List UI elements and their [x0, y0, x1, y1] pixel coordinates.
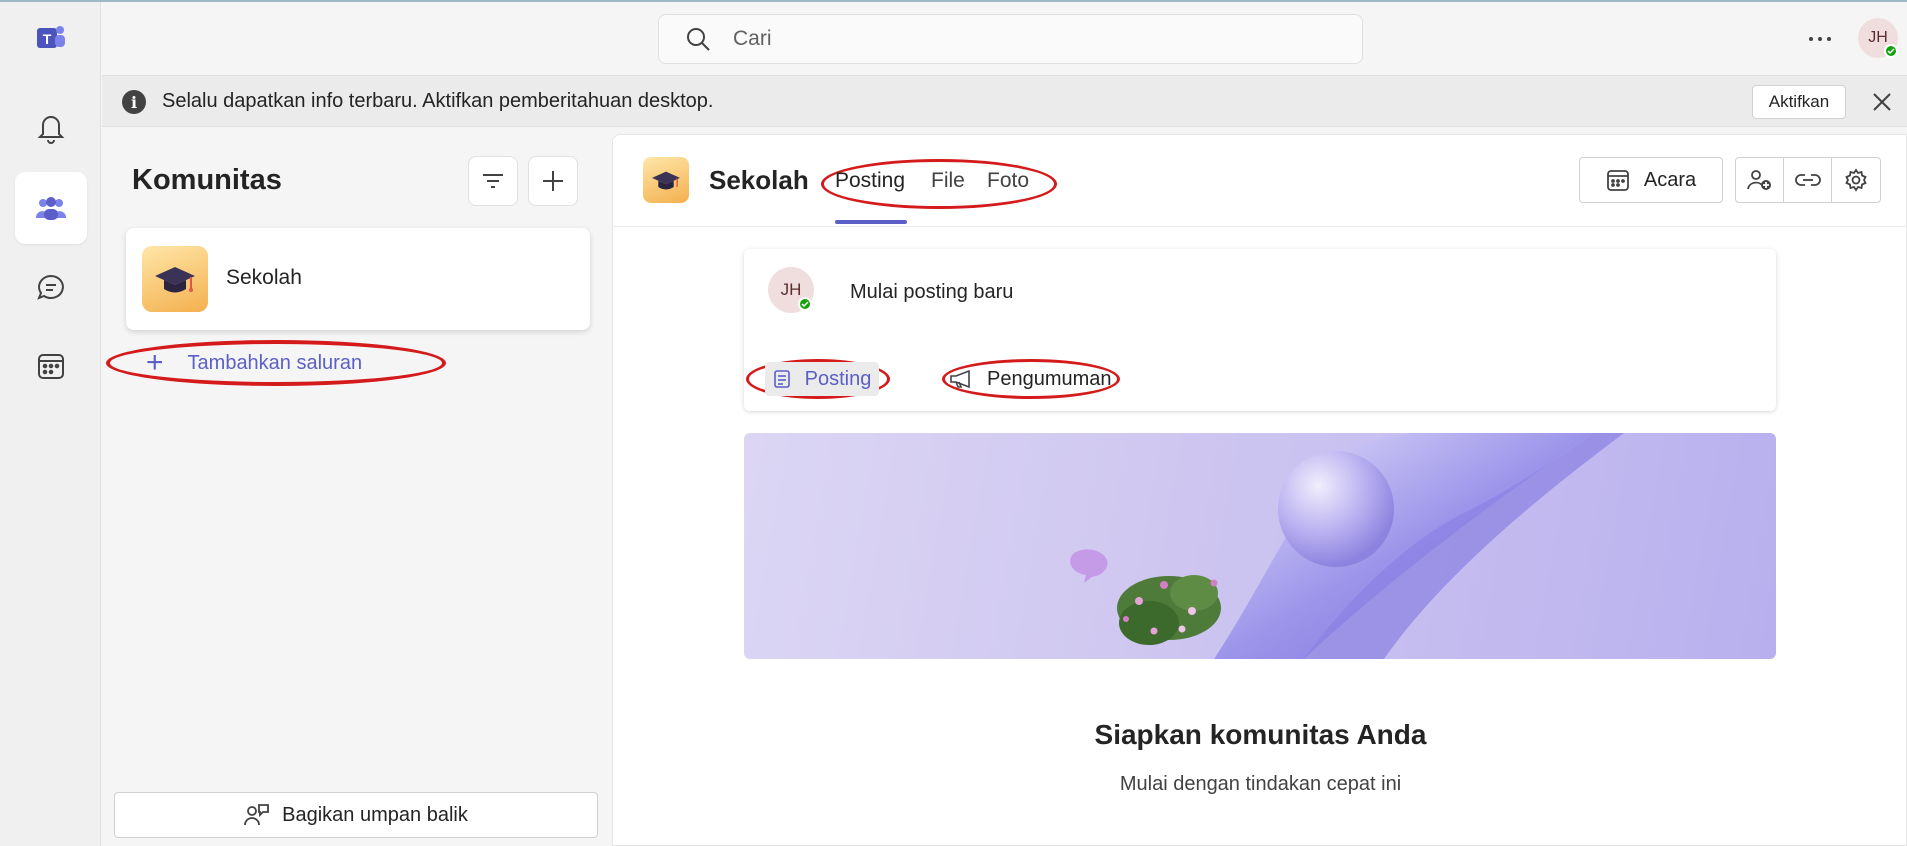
- top-bar: Cari JH: [102, 2, 1907, 74]
- tab-posting[interactable]: Posting: [835, 169, 905, 193]
- search-placeholder: Cari: [733, 27, 772, 50]
- more-options-icon[interactable]: [1800, 24, 1840, 54]
- avatar-initials: JH: [780, 280, 802, 299]
- channel-actions: [1735, 157, 1881, 203]
- channel-title: Sekolah: [709, 165, 809, 195]
- search-box[interactable]: Cari: [658, 14, 1363, 64]
- tab-file[interactable]: File: [931, 169, 965, 193]
- document-icon: [773, 370, 790, 388]
- flowers-decoration: [1117, 575, 1221, 645]
- filter-icon: [483, 174, 503, 188]
- notification-message: Selalu dapatkan info terbaru. Aktifkan p…: [162, 90, 714, 112]
- presence-available-icon: [798, 297, 812, 311]
- user-avatar[interactable]: JH: [1858, 18, 1898, 58]
- communities-icon[interactable]: [15, 172, 87, 244]
- app-rail: T: [0, 2, 101, 846]
- add-community-button[interactable]: [528, 156, 578, 206]
- share-feedback-button[interactable]: Bagikan umpan balik: [114, 792, 598, 838]
- community-item-sekolah[interactable]: Sekolah: [126, 228, 590, 330]
- channel-main: Sekolah Posting File Foto Acara JH Mulai…: [612, 134, 1907, 846]
- avatar-initials: JH: [1868, 29, 1888, 46]
- settings-gear-icon[interactable]: [1832, 158, 1880, 202]
- announcement-label: Pengumuman: [987, 367, 1112, 390]
- community-name: Sekolah: [226, 266, 302, 289]
- post-type-posting-button[interactable]: Posting: [746, 359, 890, 399]
- events-label: Acara: [1643, 168, 1697, 191]
- calendar-icon[interactable]: [15, 330, 87, 402]
- graduation-cap-icon: [643, 157, 689, 203]
- add-channel-label: Tambahkan saluran: [187, 351, 363, 374]
- svg-text:T: T: [43, 31, 52, 47]
- close-icon[interactable]: [1868, 88, 1896, 116]
- search-icon: [687, 28, 710, 51]
- plus-icon: +: [146, 346, 164, 379]
- megaphone-icon: [950, 369, 970, 389]
- link-icon[interactable]: [1784, 158, 1832, 202]
- add-channel-button[interactable]: + Tambahkan saluran: [106, 340, 446, 386]
- plus-icon: [543, 171, 563, 191]
- setup-subheading: Mulai dengan tindakan cepat ini: [1119, 773, 1402, 795]
- active-tab-indicator: [835, 220, 907, 224]
- presence-available-icon: [1884, 44, 1898, 58]
- activity-bell-icon[interactable]: [15, 92, 87, 164]
- graduation-cap-icon: [142, 246, 208, 312]
- feedback-label: Bagikan umpan balik: [282, 803, 468, 826]
- pane-title: Komunitas: [132, 164, 282, 196]
- setup-heading: Siapkan komunitas Anda: [1094, 719, 1427, 750]
- user-avatar: JH: [768, 267, 814, 313]
- enable-notifications-button[interactable]: Aktifkan: [1752, 85, 1846, 119]
- calendar-icon: [1606, 170, 1629, 191]
- chat-icon[interactable]: [15, 252, 87, 324]
- tab-foto[interactable]: Foto: [987, 169, 1029, 193]
- community-illustration: [744, 433, 1776, 659]
- feedback-icon: [244, 804, 270, 826]
- post-type-announcement-button[interactable]: Pengumuman: [942, 359, 1120, 399]
- new-post-composer: JH Mulai posting baru Posting Pengumuman: [744, 249, 1776, 411]
- notification-bar: i Selalu dapatkan info terbaru. Aktifkan…: [102, 75, 1907, 127]
- teams-logo-icon[interactable]: T: [15, 2, 87, 74]
- events-button[interactable]: Acara: [1579, 157, 1723, 203]
- posting-label: Posting: [804, 367, 872, 390]
- filter-button[interactable]: [468, 156, 518, 206]
- channel-header: Sekolah Posting File Foto Acara: [613, 135, 1907, 227]
- new-post-prompt[interactable]: Mulai posting baru: [850, 281, 1013, 304]
- communities-pane: Komunitas Sekolah + Tambahkan saluran Ba…: [102, 128, 602, 846]
- info-icon: i: [122, 90, 146, 114]
- add-member-icon[interactable]: [1736, 158, 1784, 202]
